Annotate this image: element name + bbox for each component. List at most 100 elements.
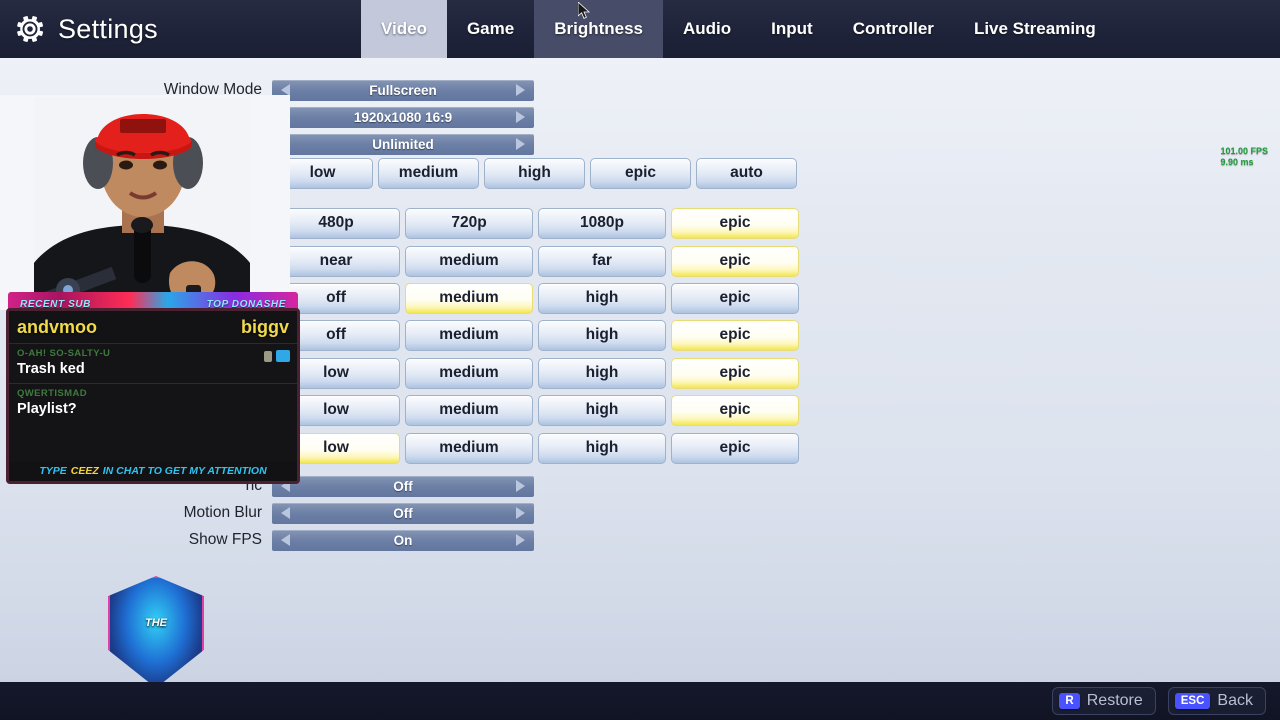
tab-game[interactable]: Game	[447, 0, 534, 58]
stepper-value: Fullscreen	[369, 82, 437, 98]
image-badge-icon	[276, 350, 290, 362]
arrow-left-icon[interactable]	[281, 507, 290, 519]
controls-anti-aliasing: off medium high epic	[272, 319, 820, 351]
option-button[interactable]: high	[538, 282, 666, 314]
option-button[interactable]: high	[484, 157, 585, 189]
tab-input[interactable]: Input	[751, 0, 833, 58]
header-bar: Settings Video Game Brightness Audio Inp…	[0, 0, 1280, 58]
option-button[interactable]: far	[538, 245, 666, 277]
fps-value: 101.00 FPS	[1220, 146, 1268, 156]
controls-vsync: Off	[272, 475, 820, 497]
chat-message: O-AH! SO-SALTY-U Trash ked	[9, 343, 297, 383]
option-group-effects: low medium high epic	[272, 394, 799, 426]
emblem-label: THE	[145, 617, 167, 630]
option-button[interactable]: high	[538, 357, 666, 389]
option-button-selected[interactable]: epic	[671, 319, 799, 351]
tab-video[interactable]: Video	[360, 0, 447, 58]
frametime-value: 9.90 ms	[1220, 157, 1254, 167]
tab-live-streaming[interactable]: Live Streaming	[954, 0, 1116, 58]
option-group-anti-aliasing: off medium high epic	[272, 319, 799, 351]
arrow-right-icon[interactable]	[516, 111, 525, 123]
restore-button[interactable]: R Restore	[1052, 687, 1156, 715]
controls-display-resolution: 1920x1080 16:9	[272, 106, 820, 128]
option-button[interactable]: auto	[696, 157, 797, 189]
option-group-view-distance: near medium far epic	[272, 245, 799, 277]
tab-audio[interactable]: Audio	[663, 0, 751, 58]
stepper-value: Off	[393, 505, 413, 521]
chat-message-text: Playlist?	[17, 401, 77, 417]
option-button[interactable]: medium	[405, 245, 533, 277]
arrow-right-icon[interactable]	[516, 507, 525, 519]
top-donator-name: biggv	[241, 316, 289, 337]
option-button[interactable]: high	[538, 394, 666, 426]
lock-icon	[264, 350, 272, 362]
controls-shadows: off medium high epic	[272, 282, 820, 314]
stepper-value: On	[393, 532, 413, 548]
gear-icon	[14, 13, 46, 45]
chat-message: QWERTISMAD Playlist?	[9, 383, 297, 423]
key-badge-r: R	[1059, 693, 1080, 709]
option-group-textures: low medium high epic	[272, 357, 799, 389]
option-button[interactable]: medium	[378, 157, 479, 189]
stepper-motion-blur[interactable]: Off	[272, 502, 534, 524]
arrow-right-icon[interactable]	[516, 534, 525, 546]
fps-counter: 101.00 FPS 9.90 ms	[1220, 146, 1268, 168]
controls-frame-rate-limit: Unlimited	[272, 133, 820, 155]
back-button[interactable]: ESC Back	[1167, 687, 1266, 715]
arrow-right-icon[interactable]	[516, 138, 525, 150]
controls-3d-resolution: 480p 720p 1080p epic	[272, 207, 820, 239]
option-group-post-processing: low medium high epic	[272, 432, 799, 464]
chat-footer: TYPE CEEZ IN CHAT TO GET MY ATTENTION	[9, 461, 297, 481]
option-button-selected[interactable]: epic	[671, 394, 799, 426]
tab-brightness[interactable]: Brightness	[534, 0, 663, 58]
stepper-value: Unlimited	[372, 136, 434, 152]
stepper-vsync[interactable]: Off	[272, 475, 534, 497]
option-button[interactable]: high	[538, 319, 666, 351]
option-button[interactable]: medium	[405, 319, 533, 351]
option-button[interactable]: near	[272, 245, 400, 277]
stepper-value: 1920x1080 16:9	[353, 109, 453, 125]
chat-message-icons	[264, 350, 290, 362]
chat-box: andvmoo biggv O-AH! SO-SALTY-U Trash ked…	[6, 308, 300, 484]
stepper-frame-rate-limit[interactable]: Unlimited	[272, 133, 534, 155]
footer-post-text: IN CHAT TO GET MY ATTENTION	[102, 465, 267, 477]
controls-effects: low medium high epic	[272, 394, 820, 426]
option-button[interactable]: 720p	[405, 207, 533, 239]
option-button-selected[interactable]: epic	[671, 207, 799, 239]
footer-pre-text: TYPE	[39, 465, 67, 477]
controls-quality: low medium high epic auto	[272, 157, 820, 189]
page-title: Settings	[58, 13, 158, 44]
controls-view-distance: near medium far epic	[272, 245, 820, 277]
option-button[interactable]: 1080p	[538, 207, 666, 239]
controls-window-mode: Fullscreen	[272, 79, 820, 101]
option-button-selected[interactable]: epic	[671, 245, 799, 277]
option-button[interactable]: medium	[405, 394, 533, 426]
chat-username: O-AH! SO-SALTY-U	[17, 348, 111, 359]
option-button[interactable]: medium	[405, 432, 533, 464]
restore-label: Restore	[1086, 692, 1143, 709]
option-button[interactable]: epic	[671, 432, 799, 464]
option-group-quality: low medium high epic auto	[272, 157, 797, 189]
option-button[interactable]: epic	[671, 282, 799, 314]
arrow-left-icon[interactable]	[281, 534, 290, 546]
stepper-window-mode[interactable]: Fullscreen	[272, 79, 534, 101]
settings-screen: Settings Video Game Brightness Audio Inp…	[0, 0, 1280, 720]
option-button[interactable]: medium	[405, 357, 533, 389]
stepper-display-resolution[interactable]: 1920x1080 16:9	[272, 106, 534, 128]
option-button[interactable]: epic	[590, 157, 691, 189]
stepper-show-fps[interactable]: On	[272, 529, 534, 551]
key-badge-esc: ESC	[1174, 693, 1211, 709]
arrow-right-icon[interactable]	[516, 480, 525, 492]
chat-names-row: andvmoo biggv	[9, 311, 297, 343]
option-button-selected[interactable]: medium	[405, 282, 533, 314]
header-title-group: Settings	[0, 0, 158, 58]
option-group-shadows: off medium high epic	[272, 282, 799, 314]
controls-motion-blur: Off	[272, 502, 820, 524]
option-button[interactable]: high	[538, 432, 666, 464]
mouse-cursor	[578, 2, 590, 19]
streamer-video-feed	[34, 97, 250, 310]
arrow-right-icon[interactable]	[516, 84, 525, 96]
tab-controller[interactable]: Controller	[833, 0, 954, 58]
option-button-selected[interactable]: epic	[671, 357, 799, 389]
option-button[interactable]: 480p	[272, 207, 400, 239]
